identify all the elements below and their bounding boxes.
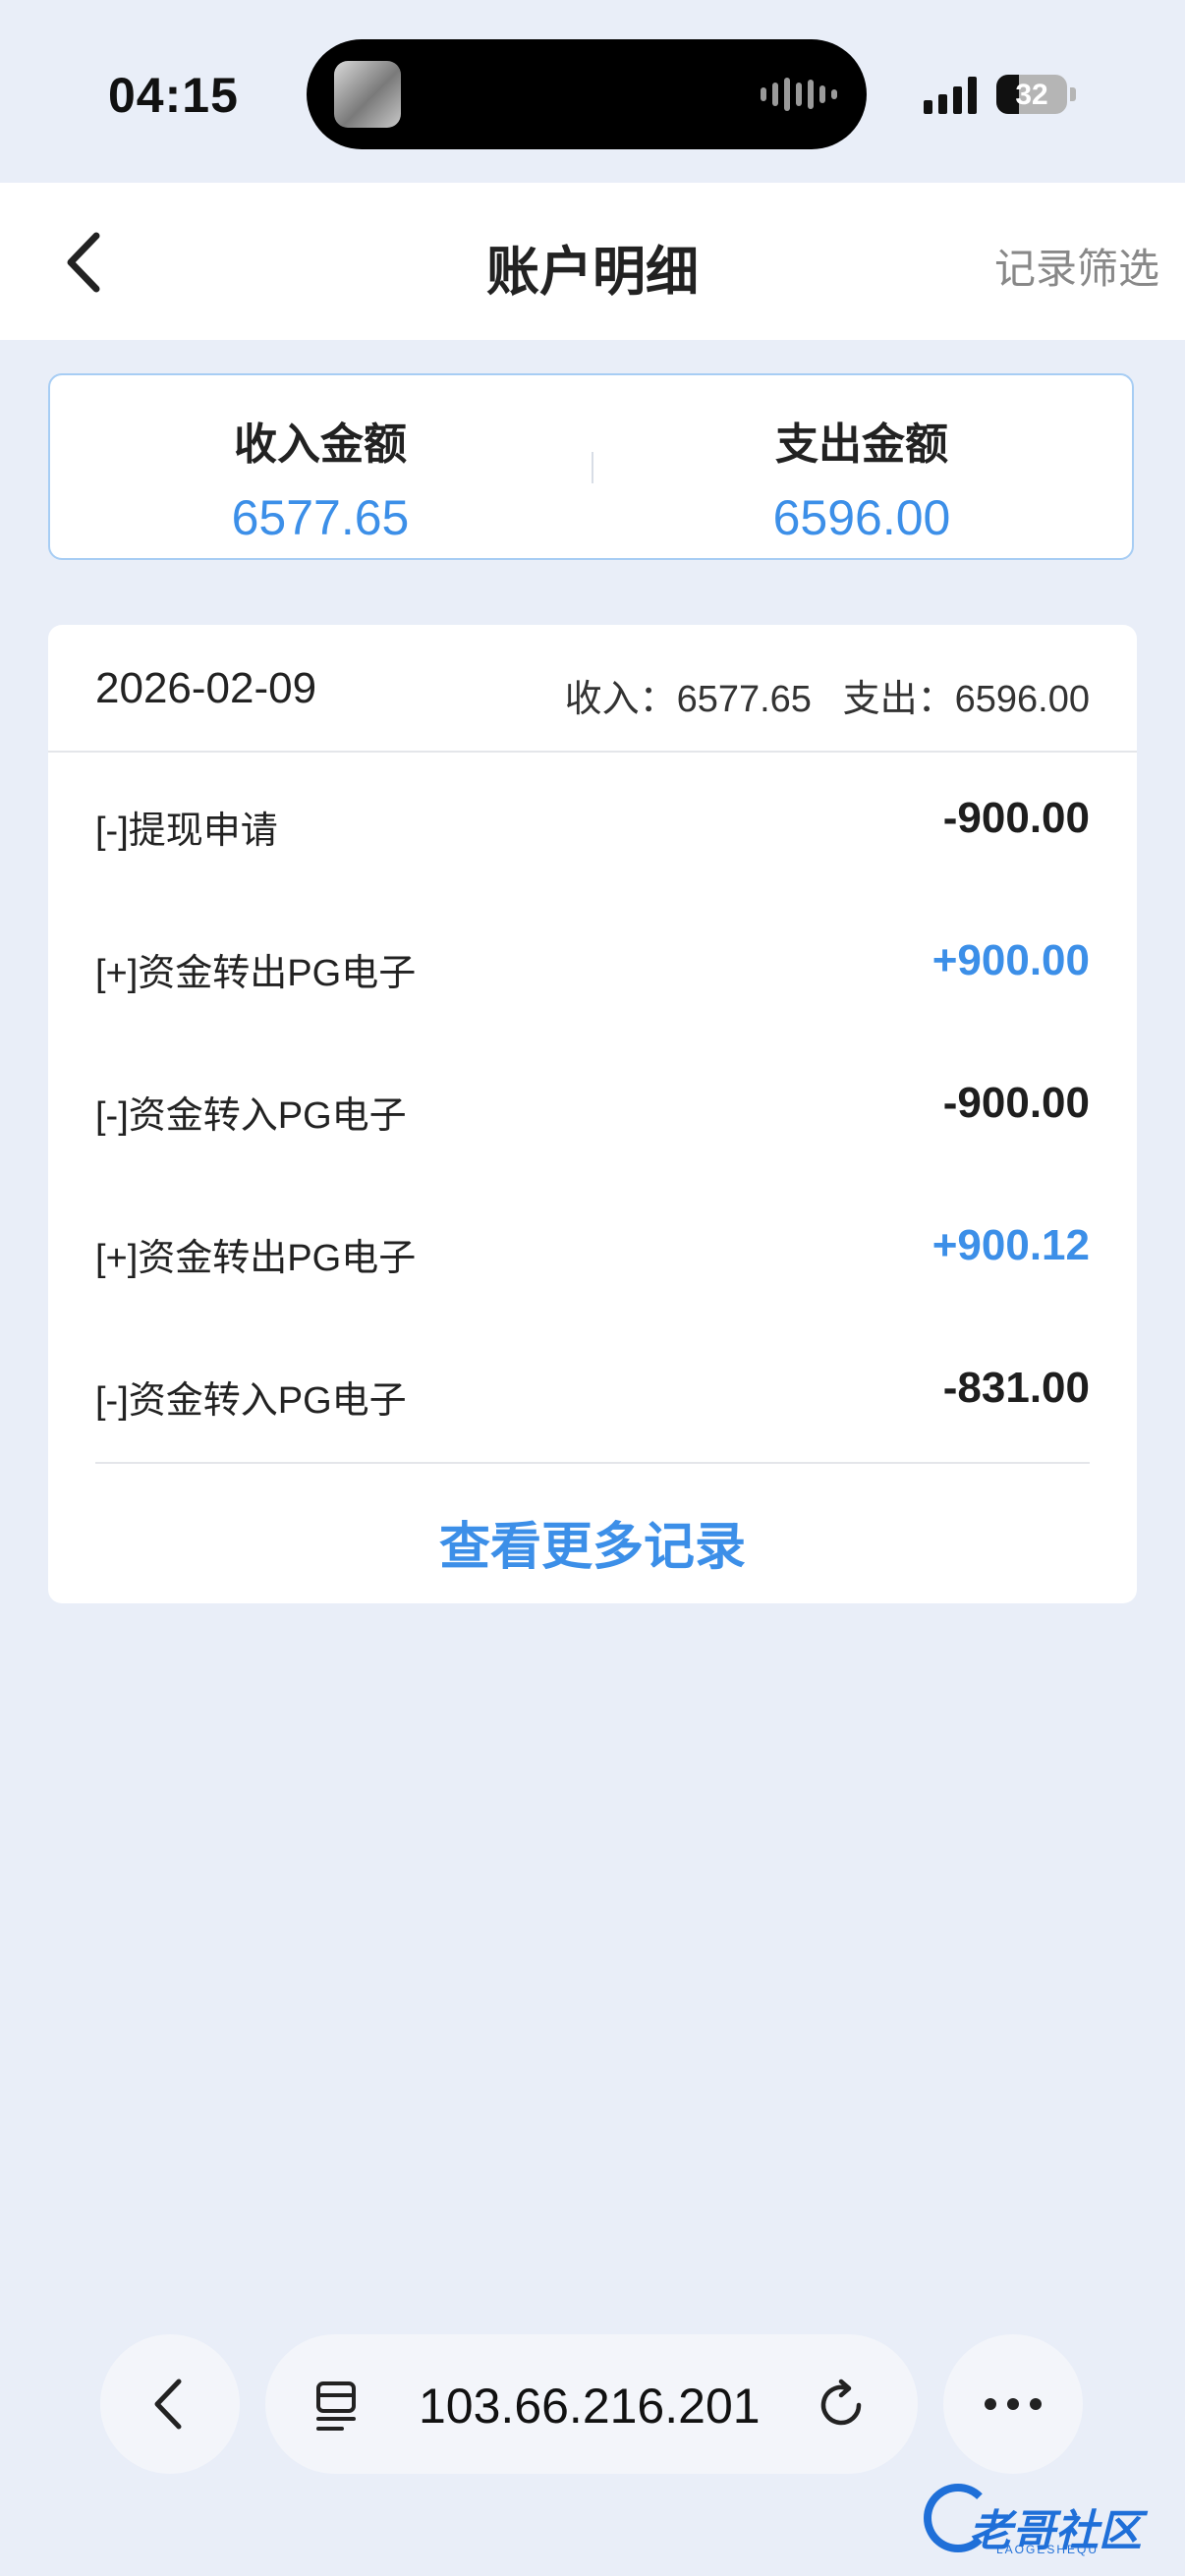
detail-card: 2026-02-09 收入：6577.65 支出：6596.00 [-]提现申请…: [48, 625, 1137, 1603]
dynamic-island[interactable]: [307, 39, 867, 149]
detail-header: 2026-02-09 收入：6577.65 支出：6596.00: [48, 625, 1137, 753]
detail-totals: 收入：6577.65 支出：6596.00: [565, 668, 1090, 722]
expense-label: 支出金额: [775, 420, 948, 469]
browser-back-button[interactable]: [100, 2334, 240, 2474]
back-icon: [154, 2379, 182, 2430]
transaction-row[interactable]: [+]资金转出PG电子 +900.00: [95, 893, 1090, 1036]
watermark-subtext: LAOGESHEQU: [996, 2543, 1100, 2556]
detail-income-total: 收入：6577.65: [564, 679, 812, 720]
expense-summary: 支出金额 6596.00: [592, 375, 1132, 558]
transaction-label: [+]资金转出PG电子: [95, 1238, 417, 1279]
transaction-row[interactable]: [-]提现申请 -900.00: [95, 751, 1090, 893]
detail-date: 2026-02-09: [95, 664, 317, 712]
transaction-label: [+]资金转出PG电子: [95, 953, 417, 994]
audio-wave-icon: [761, 77, 837, 112]
nav-header: 账户明细 记录筛选: [0, 183, 1185, 340]
expense-value: 6596.00: [772, 490, 951, 545]
transaction-amount: -900.00: [942, 794, 1090, 842]
tabs-icon[interactable]: [312, 2378, 364, 2433]
transaction-label: [-]资金转入PG电子: [95, 1095, 407, 1137]
income-label: 收入金额: [234, 420, 407, 469]
reload-icon[interactable]: [816, 2378, 871, 2433]
address-bar[interactable]: 103.66.216.201: [265, 2334, 918, 2474]
browser-more-button[interactable]: [943, 2334, 1083, 2474]
url-text[interactable]: 103.66.216.201: [419, 2378, 761, 2435]
filter-records-button[interactable]: 记录筛选: [994, 236, 1159, 296]
transaction-amount: -831.00: [942, 1364, 1090, 1412]
watermark-logo: 老哥社区 LAOGESHEQU: [924, 2476, 1169, 2564]
transaction-row[interactable]: [-]资金转入PG电子 -900.00: [95, 1036, 1090, 1178]
transaction-list: [-]提现申请 -900.00 [+]资金转出PG电子 +900.00 [-]资…: [95, 751, 1090, 1463]
transaction-label: [-]提现申请: [95, 811, 278, 852]
battery-icon: 32: [996, 75, 1067, 114]
summary-card: 收入金额 6577.65 支出金额 6596.00: [48, 373, 1134, 560]
transaction-amount: +900.00: [931, 936, 1090, 984]
detail-expense-total: 支出：6596.00: [842, 679, 1090, 720]
status-time: 04:15: [108, 68, 239, 123]
transaction-amount: +900.12: [931, 1221, 1090, 1269]
income-summary: 收入金额 6577.65: [50, 375, 591, 558]
income-value: 6577.65: [231, 490, 410, 545]
view-more-records-link[interactable]: 查看更多记录: [48, 1505, 1137, 1579]
battery-level: 32: [1015, 79, 1048, 111]
status-bar: 04:15 32: [0, 0, 1185, 183]
signal-icon: [924, 75, 977, 114]
battery-tip: [1070, 87, 1076, 101]
more-icon: [985, 2398, 1042, 2410]
list-divider: [95, 1462, 1090, 1464]
transaction-row[interactable]: [-]资金转入PG电子 -831.00: [95, 1320, 1090, 1463]
transaction-row[interactable]: [+]资金转出PG电子 +900.12: [95, 1178, 1090, 1320]
media-thumbnail-icon: [334, 61, 401, 128]
transaction-amount: -900.00: [942, 1079, 1090, 1127]
transaction-label: [-]资金转入PG电子: [95, 1380, 407, 1422]
